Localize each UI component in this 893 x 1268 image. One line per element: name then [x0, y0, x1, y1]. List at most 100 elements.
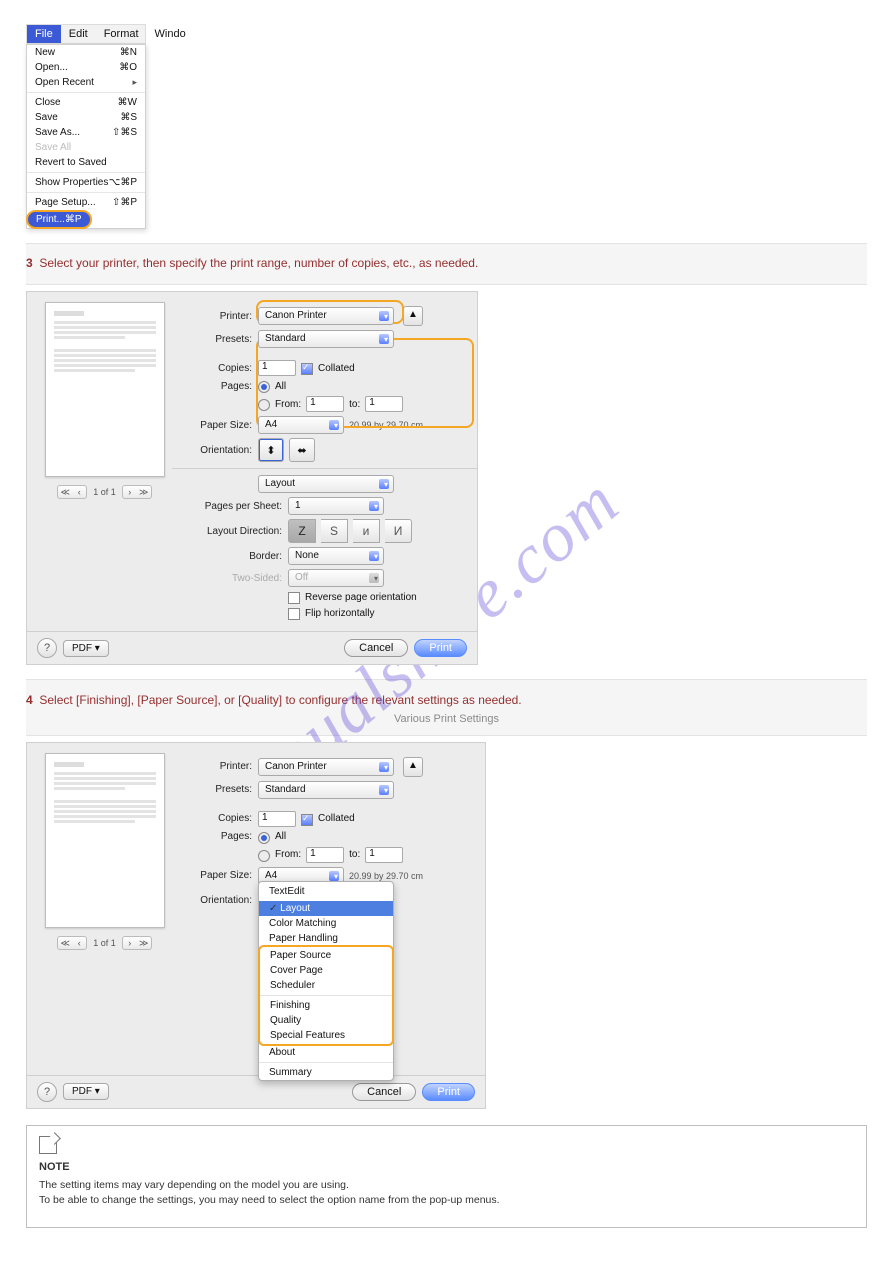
print-dialog-1: ≪‹ 1 of 1 ›≫ Printer: Canon Printer ▲ Pr… — [26, 291, 478, 665]
pages-from-label: From: — [275, 399, 301, 410]
file-menu-dropdown: New⌘N Open...⌘O Open Recent Close⌘W Save… — [26, 44, 146, 229]
note-icon — [39, 1136, 57, 1154]
pages-to-label-2: to: — [349, 849, 360, 860]
menuitem-new[interactable]: New⌘N — [27, 45, 145, 60]
pages-label-2: Pages: — [182, 831, 252, 842]
pages-to-input-2[interactable]: 1 — [365, 847, 403, 863]
drop-textedit[interactable]: TextEdit — [259, 884, 393, 899]
menuitem-save-as[interactable]: Save As...⇧⌘S — [27, 125, 145, 140]
pager-last[interactable]: ›≫ — [122, 485, 152, 499]
help-button-2[interactable]: ? — [37, 1082, 57, 1102]
layoutdir-2[interactable]: S — [321, 519, 348, 543]
pager-last-2[interactable]: ›≫ — [122, 936, 152, 950]
layoutdir-4[interactable]: И — [385, 519, 412, 543]
dialog-footer-1: ? PDF ▾ Cancel Print — [27, 631, 477, 664]
papersize-dimensions-2: 20.99 by 29.70 cm — [349, 871, 423, 881]
orientation-portrait[interactable]: ⬍ — [258, 438, 284, 462]
printer-info-button-2[interactable]: ▲ — [403, 757, 423, 777]
menubar-window[interactable]: Windo — [147, 25, 194, 43]
pager-first-2[interactable]: ≪‹ — [57, 936, 87, 950]
border-label: Border: — [182, 551, 282, 562]
pages-all-radio[interactable] — [258, 381, 270, 393]
papersize-select[interactable]: A4 — [258, 416, 344, 434]
printer-label: Printer: — [182, 311, 252, 322]
menuitem-save[interactable]: Save⌘S — [27, 110, 145, 125]
copies-input-2[interactable]: 1 — [258, 811, 296, 827]
menuitem-open-recent[interactable]: Open Recent — [27, 75, 145, 90]
preview-pager-2: ≪‹ 1 of 1 ›≫ — [37, 936, 172, 950]
orientation-label-2: Orientation: — [182, 895, 252, 906]
pages-all-label-2: All — [275, 831, 286, 842]
note-line-2: To be able to change the settings, you m… — [39, 1194, 854, 1206]
pager-status: 1 of 1 — [93, 487, 116, 497]
print-button-2[interactable]: Print — [422, 1083, 475, 1101]
cancel-button[interactable]: Cancel — [344, 639, 408, 657]
drop-paper-source[interactable]: Paper Source — [260, 948, 392, 963]
pages-all-radio-2[interactable] — [258, 832, 270, 844]
drop-color-matching[interactable]: Color Matching — [259, 916, 393, 931]
drop-finishing[interactable]: Finishing — [260, 998, 392, 1013]
printer-select[interactable]: Canon Printer — [258, 307, 394, 325]
preview-pager-1: ≪‹ 1 of 1 ›≫ — [37, 485, 172, 499]
collated-checkbox[interactable] — [301, 363, 313, 375]
print-button[interactable]: Print — [414, 639, 467, 657]
menuitem-open[interactable]: Open...⌘O — [27, 60, 145, 75]
pdf-button-2[interactable]: PDF ▾ — [63, 1083, 109, 1100]
flip-label: Flip horizontally — [305, 608, 374, 619]
drop-summary[interactable]: Summary — [259, 1065, 393, 1080]
copies-input[interactable]: 1 — [258, 360, 296, 376]
menuitem-revert[interactable]: Revert to Saved — [27, 155, 145, 170]
papersize-label: Paper Size: — [182, 420, 252, 431]
cancel-button-2[interactable]: Cancel — [352, 1083, 416, 1101]
orientation-landscape[interactable]: ⬌ — [289, 438, 315, 462]
reverse-checkbox[interactable] — [288, 592, 300, 604]
menuitem-show-properties[interactable]: Show Properties⌥⌘P — [27, 175, 145, 190]
drop-scheduler[interactable]: Scheduler — [260, 978, 392, 993]
layoutdir-1[interactable]: Z — [288, 519, 316, 543]
pages-to-input[interactable]: 1 — [365, 396, 403, 412]
pdf-button[interactable]: PDF ▾ — [63, 640, 109, 657]
menu-screenshot: File Edit Format Windo New⌘N Open...⌘O O… — [26, 24, 867, 229]
collated-checkbox-2[interactable] — [301, 814, 313, 826]
menuitem-print[interactable]: Print...⌘P — [27, 210, 145, 228]
pages-to-label: to: — [349, 399, 360, 410]
pages-from-radio-2[interactable] — [258, 850, 270, 862]
reverse-label: Reverse page orientation — [305, 592, 417, 603]
print-preview-1: ≪‹ 1 of 1 ›≫ — [37, 302, 172, 623]
flip-checkbox[interactable] — [288, 608, 300, 620]
pps-select[interactable]: 1 — [288, 497, 384, 515]
print-preview-2: ≪‹ 1 of 1 ›≫ — [37, 753, 172, 1067]
layoutdir-3[interactable]: ᴎ — [353, 519, 380, 543]
drop-paper-handling[interactable]: Paper Handling — [259, 931, 393, 946]
drop-about[interactable]: About — [259, 1045, 393, 1060]
presets-select[interactable]: Standard — [258, 330, 394, 348]
drop-layout[interactable]: Layout — [259, 901, 393, 916]
pager-first[interactable]: ≪‹ — [57, 485, 87, 499]
help-button[interactable]: ? — [37, 638, 57, 658]
menubar-edit[interactable]: Edit — [61, 25, 96, 43]
step4-link[interactable]: Various Print Settings — [26, 713, 867, 725]
section-select[interactable]: Layout — [258, 475, 394, 493]
drop-special-features[interactable]: Special Features — [260, 1028, 392, 1043]
pages-from-radio[interactable] — [258, 399, 270, 411]
menubar-format[interactable]: Format — [96, 25, 147, 43]
presets-label-2: Presets: — [182, 784, 252, 795]
pages-from-input[interactable]: 1 — [306, 396, 344, 412]
menuitem-close[interactable]: Close⌘W — [27, 95, 145, 110]
printer-label-2: Printer: — [182, 761, 252, 772]
printer-select-2[interactable]: Canon Printer — [258, 758, 394, 776]
border-select[interactable]: None — [288, 547, 384, 565]
copies-label-2: Copies: — [182, 813, 252, 824]
step4-band: 4 Select [Finishing], [Paper Source], or… — [26, 679, 867, 736]
printer-info-button[interactable]: ▲ — [403, 306, 423, 326]
presets-select-2[interactable]: Standard — [258, 781, 394, 799]
step3-band: 3 Select your printer, then specify the … — [26, 243, 867, 285]
pages-from-input-2[interactable]: 1 — [306, 847, 344, 863]
drop-quality[interactable]: Quality — [260, 1013, 392, 1028]
twosided-select: Off — [288, 569, 384, 587]
menubar-file[interactable]: File — [27, 25, 61, 43]
note-title: NOTE — [39, 1161, 854, 1173]
menuitem-page-setup[interactable]: Page Setup...⇧⌘P — [27, 195, 145, 210]
drop-cover-page[interactable]: Cover Page — [260, 963, 392, 978]
papersize-label-2: Paper Size: — [182, 870, 252, 881]
